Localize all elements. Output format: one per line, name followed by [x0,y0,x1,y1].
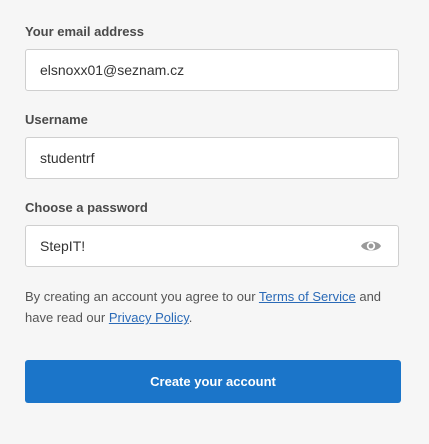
eye-icon[interactable] [360,237,382,255]
privacy-policy-link[interactable]: Privacy Policy [109,310,189,325]
email-label: Your email address [25,24,144,39]
signup-form: Your email address elsnoxx01@seznam.cz U… [0,0,429,444]
email-value: elsnoxx01@seznam.cz [40,62,185,78]
username-value: studentrf [40,150,95,166]
terms-prefix: By creating an account you agree to our [25,289,259,304]
terms-suffix: . [188,310,193,325]
username-field[interactable]: studentrf [25,137,399,179]
password-value: StepIT! [40,238,86,254]
terms-of-service-link[interactable]: Terms of Service [259,289,356,304]
password-label: Choose a password [25,200,148,215]
password-field[interactable]: StepIT! [25,225,399,267]
email-field[interactable]: elsnoxx01@seznam.cz [25,49,399,91]
create-account-button[interactable]: Create your account [25,360,401,403]
terms-text: By creating an account you agree to our … [25,286,405,328]
username-label: Username [25,112,88,127]
